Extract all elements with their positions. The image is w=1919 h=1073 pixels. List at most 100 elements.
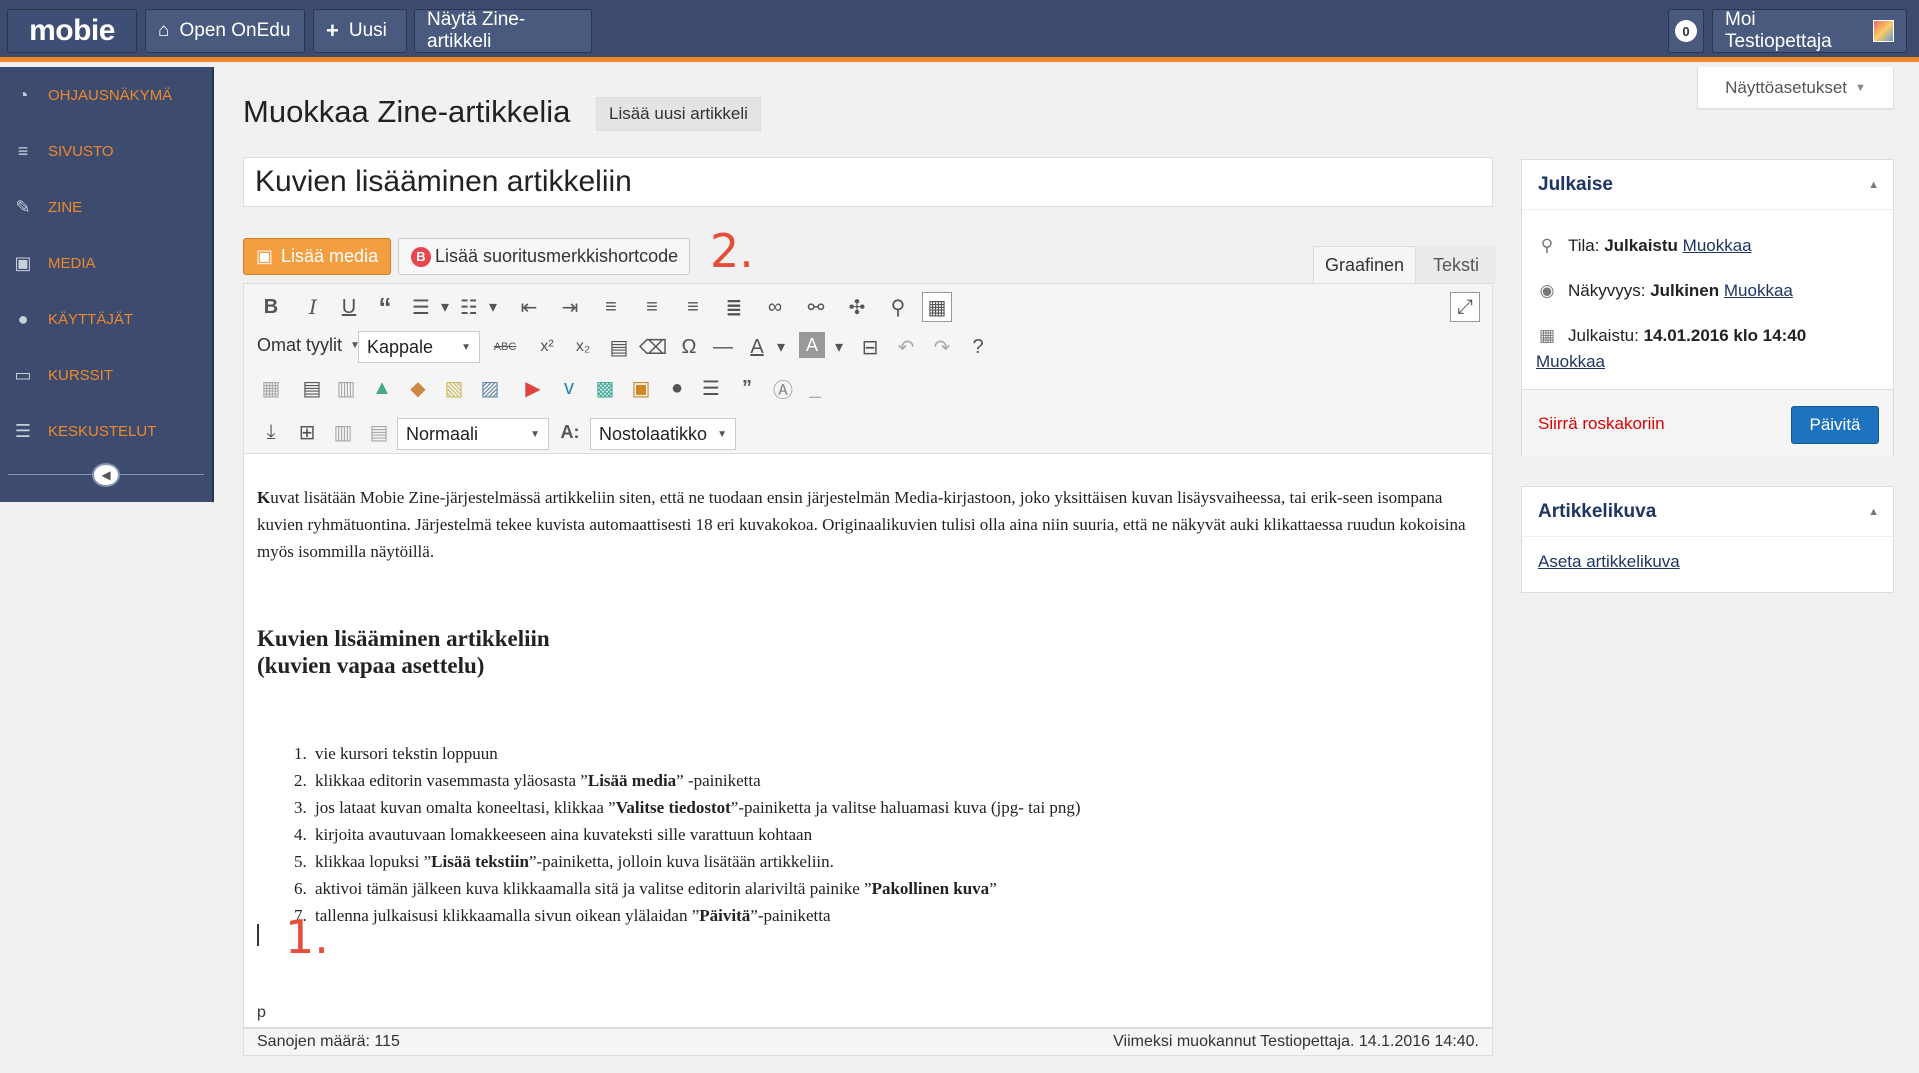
subscript-icon[interactable]: x₂ [568,332,598,362]
format-select[interactable]: Kappale ▼ [358,331,480,363]
chevron-down-icon[interactable]: ▾ [478,292,508,322]
paste-text-icon[interactable]: ▤ [604,332,634,362]
find-icon[interactable]: ⚲ [883,292,913,322]
unlink-icon[interactable]: ⚯ [801,292,831,322]
youtube-icon[interactable]: ▶ [518,373,548,403]
chevron-down-icon[interactable]: ▾ [824,332,854,362]
monitor-icon: ▭ [14,364,32,385]
view-zine-button[interactable]: Näytä Zine-artikkeli [414,9,592,53]
visibility-edit-link[interactable]: Muokkaa [1724,281,1793,300]
link-icon[interactable]: ∞ [760,292,790,322]
chevron-down-icon: ▼ [530,428,540,440]
justify-icon[interactable]: ≣ [719,292,749,322]
editor-content[interactable]: Kuvat lisätään Mobie Zine-järjestelmässä… [257,484,1477,929]
align-left-icon[interactable]: ≡ [596,292,626,322]
frame-icon[interactable]: ▣ [626,373,656,403]
open-onedu-button[interactable]: ⌂ Open OnEdu [145,9,305,53]
notifications-button[interactable]: 0 [1668,9,1704,53]
pin-icon: ⚲ [1540,236,1554,255]
chevron-up-icon[interactable]: ▲ [1868,179,1879,191]
chevron-up-icon[interactable]: ▲ [1868,506,1879,518]
strikethrough-icon[interactable]: ABC [490,332,520,362]
tab-visual[interactable]: Graafinen [1313,246,1416,284]
sidebar-item-media[interactable]: ▣ MEDIA [0,235,212,291]
person-icon[interactable]: ● [662,373,692,403]
vimeo-icon[interactable]: v [554,373,584,403]
align-right-icon[interactable]: ≡ [678,292,708,322]
add-media-button[interactable]: ▣ Lisää media [243,238,391,275]
special-char-icon[interactable]: Ω [674,332,704,362]
add-new-article-button[interactable]: Lisää uusi artikkeli [596,97,761,131]
bold-icon[interactable]: B [256,292,286,322]
logo[interactable]: mobie [7,9,137,53]
featured-header[interactable]: Artikkelikuva ▲ [1522,487,1893,537]
document-icon[interactable]: ▧ [439,373,469,403]
underscore-icon[interactable]: _ [800,373,830,403]
background-color-icon[interactable]: A [799,332,825,358]
user-menu[interactable]: Moi Testiopettaja [1712,9,1907,53]
sidebar-item-site[interactable]: ≡ SIVUSTO [0,123,212,179]
sidebar-item-dashboard[interactable]: ◔ OHJAUSNÄKYMÄ [0,67,212,123]
move-to-trash-link[interactable]: Siirrä roskakoriin [1538,414,1665,434]
list-item: jos lataat kuvan omalta koneeltasi, klik… [311,794,1477,821]
indent-icon[interactable]: ⇥ [555,292,585,322]
align-center-icon[interactable]: ≡ [637,292,667,322]
edit-image-icon[interactable]: ◆ [403,373,433,403]
screen-options-button[interactable]: Näyttöasetukset ▼ [1697,67,1894,109]
circle-a-icon[interactable]: Ⓐ [768,373,798,403]
badge-icon: B [411,246,431,267]
chevron-down-icon[interactable]: ▾ [766,332,796,362]
distraction-free-icon[interactable]: ⤢ [1450,292,1480,322]
sidebar-item-discussions[interactable]: ☰ KESKUSTELUT [0,403,212,459]
blockquote-icon[interactable]: “ [370,292,400,322]
fullscreen-arrows-icon[interactable]: ✣ [842,292,872,322]
list-icon[interactable]: ☰ [696,373,726,403]
template-icon[interactable]: ▨ [475,373,505,403]
sidebar-item-users[interactable]: ● KÄYTTÄJÄT [0,291,212,347]
quote-icon[interactable]: ” [732,373,762,403]
table-icon[interactable]: ▦ [256,373,286,403]
collapse-menu-button[interactable]: ◀ [92,463,120,487]
tab-text[interactable]: Teksti [1416,246,1496,284]
redo-icon[interactable]: ↷ [927,332,957,362]
new-button[interactable]: + Uusi [313,9,407,53]
insert-col-icon[interactable]: ⊞ [292,417,322,447]
gallery-icon[interactable]: ▩ [590,373,620,403]
font-icon[interactable]: A: [555,417,585,447]
outdent-icon[interactable]: ⇤ [514,292,544,322]
horizontal-line-icon[interactable]: — [708,332,738,362]
new-label: Uusi [348,20,387,41]
font-family-select[interactable]: Nostolaatikko ▼ [590,418,736,450]
sidebar-item-courses[interactable]: ▭ KURSSIT [0,347,212,403]
add-badge-shortcode-button[interactable]: B Lisää suoritusmerkkishortcode [398,238,690,275]
element-path: p [257,1004,266,1021]
post-title-input[interactable]: Kuvien lisääminen artikkeliin [243,157,1493,207]
home-icon: ⌂ [158,20,170,41]
add-image-icon[interactable]: ▲ [367,373,397,403]
toolbar-toggle-icon[interactable]: ▦ [922,292,952,322]
read-more-icon[interactable]: ⊟ [855,332,885,362]
status-value: Julkaistu [1604,236,1678,255]
published-value: 14.01.2016 klo 14:40 [1643,326,1807,345]
font-size-select[interactable]: Normaali ▼ [397,418,549,450]
published-edit-link[interactable]: Muokkaa [1536,352,1605,372]
underline-icon[interactable]: U [334,292,364,322]
screen-options-label: Näyttöasetukset [1725,77,1847,97]
sidebar-item-zine[interactable]: ✎ ZINE [0,179,212,235]
set-featured-image-link[interactable]: Aseta artikkelikuva [1538,552,1680,572]
merge-icon[interactable]: ▥ [328,417,358,447]
table-col-icon[interactable]: ▥ [331,373,361,403]
insert-row-icon[interactable]: ⤓ [256,417,286,447]
status-edit-link[interactable]: Muokkaa [1683,236,1752,255]
table-row-icon[interactable]: ▤ [297,373,327,403]
clear-format-icon[interactable]: ⌫ [638,332,668,362]
update-button[interactable]: Päivitä [1791,406,1879,444]
undo-icon[interactable]: ↶ [891,332,921,362]
publish-header[interactable]: Julkaise ▲ [1522,160,1893,210]
split-icon[interactable]: ▤ [364,417,394,447]
italic-icon[interactable]: I [298,292,328,322]
styles-dropdown[interactable]: Omat tyylit ▼ [257,335,360,356]
media-icon: ▣ [256,246,274,266]
help-icon[interactable]: ? [963,332,993,362]
superscript-icon[interactable]: x² [532,332,562,362]
